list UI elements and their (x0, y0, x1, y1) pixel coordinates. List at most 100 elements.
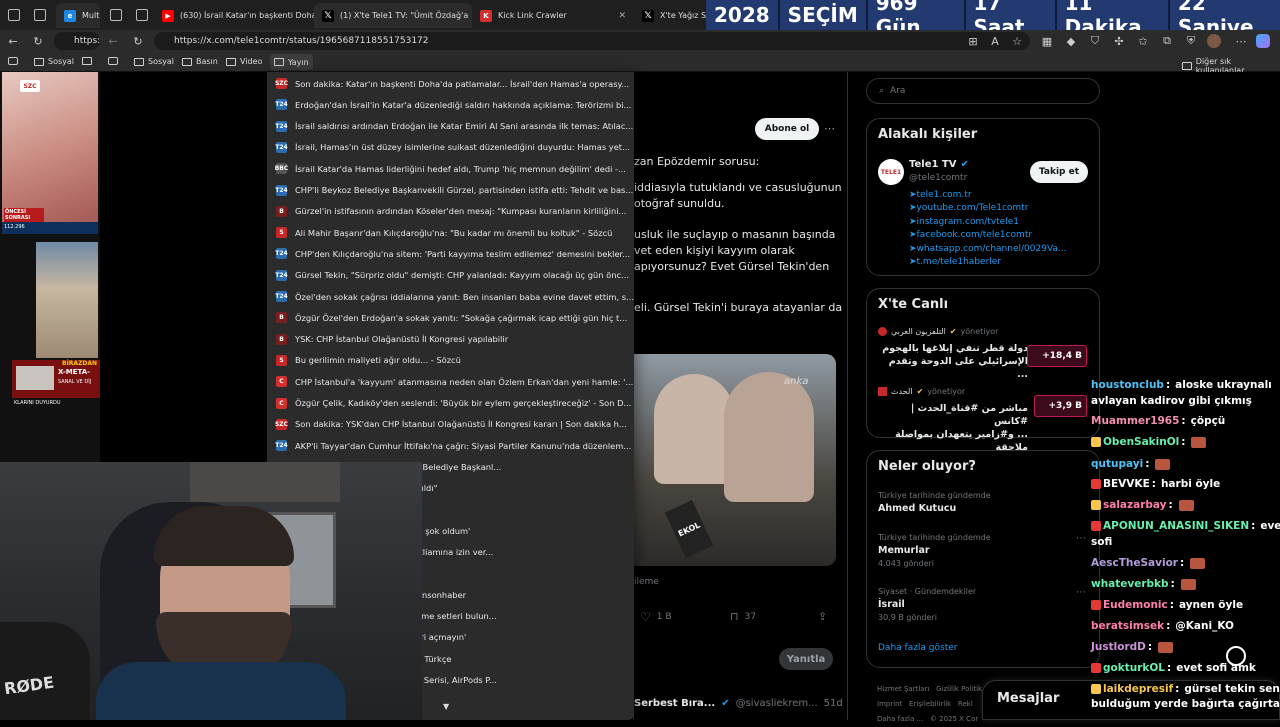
close-icon[interactable]: ✕ (618, 11, 626, 21)
reply-button[interactable]: Yanıtla (779, 648, 833, 670)
bookmark-folder-yayin[interactable]: Yayın (270, 54, 313, 70)
workspaces-icon[interactable] (8, 9, 20, 21)
dropdown-item[interactable]: T24 CHP'li Beykoz Belediye Başkanvekili G… (267, 180, 634, 201)
profile-link[interactable]: ➤youtube.com/Tele1comtr (909, 202, 1067, 215)
back-icon[interactable]: ← (6, 34, 20, 48)
like-button[interactable]: ♡ 1 B (640, 610, 672, 624)
subscribe-button[interactable]: Abone ol (755, 118, 819, 140)
chat-text: evet (1260, 520, 1280, 532)
trend-item[interactable]: Siyaset · Gündemdekiler İsrail 30,9 B gö… (878, 587, 1092, 622)
live-text-line: دولة قطر تنفي إبلاغها بالهجوم (882, 343, 1028, 354)
more-icon[interactable]: ⋯ (1076, 587, 1086, 598)
search-input[interactable]: ⌕ Ara (866, 78, 1100, 104)
tab-x-tele1[interactable]: 𝕏 (1) X'te Tele1 TV: "Ümit Özdağ'a ✕ (314, 3, 472, 28)
favicon-icon: T24 (275, 440, 288, 452)
avatar[interactable]: TELE1 (878, 159, 904, 185)
dropdown-item[interactable]: SZC Son dakika: Katar'ın başkenti Doha'da… (267, 73, 634, 94)
tab-youtube[interactable]: ▶ (630) İsrail Katar'ın başkenti Doha (154, 3, 314, 28)
dropdown-item[interactable]: B Gürzel'in istifasının ardından Köseler'… (267, 201, 634, 222)
chat-text: bulduğum yerde bağırta çağırta (1091, 698, 1280, 710)
dropdown-item[interactable]: B YSK: CHP İstanbul Olağanüstü İl Kongres… (267, 329, 634, 350)
dropdown-item[interactable]: S Ali Mahir Başarır'dan Kılıçdaroğlu'na: … (267, 222, 634, 243)
share-icon[interactable]: ⇪ (818, 610, 827, 623)
dropdown-item[interactable]: T24 Gürsel Tekin, "Sürpriz oldu" demişti:… (267, 265, 634, 286)
footer-link[interactable]: Imprint (877, 700, 902, 708)
live-role: yönetiyor (960, 327, 999, 336)
dropdown-item[interactable]: T24 AKP'li Tayyar'dan Cumhur İttifakı'na … (267, 435, 634, 456)
profile-name[interactable]: Tele1 TV ✔ (909, 159, 969, 170)
dropdown-item[interactable]: SZC Son dakika: YSK'dan CHP İstanbul Olağ… (267, 414, 634, 435)
dropdown-item[interactable]: B Özgür Özel'den Erdoğan'a sokak yanıtı: … (267, 307, 634, 328)
more-icon[interactable]: ⋯ (824, 122, 835, 135)
workspaces-icon[interactable] (110, 9, 122, 21)
dropdown-item[interactable]: S Bu gerilimin maliyeti ağır oldu... - Sö… (267, 350, 634, 371)
dropdown-item[interactable]: C Özgür Çelik, Kadıköy'den seslendi: 'Büy… (267, 393, 634, 414)
bookmark-folder-sosyal-left[interactable]: Sosyal (34, 57, 74, 66)
collections-icon[interactable]: ⧉ (1160, 34, 1174, 48)
bookmark-icon[interactable] (108, 57, 118, 65)
copilot-icon[interactable] (1256, 34, 1270, 48)
footer-link[interactable]: Daha fazla ... (877, 715, 923, 723)
extension-icon[interactable]: ▦ (1040, 34, 1054, 48)
dropdown-item-label: Gürsel Tekin, "Sürpriz oldu" demişti: CH… (295, 270, 629, 281)
bookmark-button[interactable]: ⊓ 37 (730, 610, 756, 623)
bookmark-folder-video[interactable]: Video (226, 57, 262, 66)
edge-icon: e (64, 9, 76, 22)
tab-x-yagiz[interactable]: 𝕏 X'te Yağız S (634, 3, 706, 28)
favorite-star-icon[interactable]: ☆ (1010, 34, 1024, 48)
live-item[interactable]: التلفزيون العربي ✔ yönetiyor دولة قطر تن… (878, 327, 1092, 380)
extension-icon[interactable]: ◆ (1064, 34, 1078, 48)
folder-icon[interactable] (82, 57, 92, 65)
dropdown-item[interactable]: T24 CHP'den Kılıçdaroğlu'na sitem: 'Parti… (267, 243, 634, 264)
trend-context: Siyaset · Gündemdekiler (878, 587, 977, 596)
dropdown-item[interactable]: T24 İsrail saldırısı ardından Erdoğan ile… (267, 116, 634, 137)
security-icon[interactable]: ⛨ (1184, 34, 1198, 48)
footer-link[interactable]: Rekl (958, 700, 973, 708)
tweet-video[interactable]: anka EKOL (634, 354, 836, 566)
profile-link[interactable]: ➤instagram.com/tvtele1 (909, 216, 1067, 229)
tab-multi[interactable]: e Multi (56, 3, 100, 28)
profile-link[interactable]: ➤whatsapp.com/channel/0029Va... (909, 243, 1067, 256)
back-icon[interactable]: ← (106, 34, 120, 48)
tab-kick[interactable]: K Kick Link Crawler ✕ (472, 3, 634, 28)
favicon-icon: T24 (275, 184, 288, 196)
dropdown-item[interactable]: C CHP İstanbul'a 'kayyum' atanmasına nede… (267, 371, 634, 392)
more-icon[interactable]: ⋯ (1076, 533, 1086, 544)
tab-actions-icon[interactable] (136, 9, 148, 21)
bookmark-icon[interactable] (8, 57, 18, 65)
refresh-icon[interactable]: ↻ (131, 34, 145, 48)
refresh-icon[interactable]: ↻ (31, 34, 45, 48)
address-input-left[interactable]: https: (54, 32, 100, 50)
extensions-puzzle-icon[interactable]: ✣ (1112, 34, 1126, 48)
dropdown-item[interactable]: BBC İsrail Katar'da Hamas liderliğini hed… (267, 158, 634, 179)
follow-button[interactable]: Takip et (1030, 161, 1088, 183)
dropdown-item[interactable]: T24 Erdoğan'dan İsrail'in Katar'a düzenle… (267, 94, 634, 115)
trend-item[interactable]: Türkiye tarihinde gündemde Ahmed Kutucu (878, 491, 1092, 514)
tab-actions-icon[interactable] (34, 9, 46, 21)
more-icon[interactable]: ⋯ (1234, 34, 1248, 48)
read-aloud-icon[interactable]: A (988, 34, 1002, 48)
favicon-icon: C (276, 376, 287, 388)
footer-link[interactable]: Gizlilik Politik (936, 685, 982, 693)
profile-link[interactable]: ➤facebook.com/tele1comtr (909, 229, 1067, 242)
dropdown-item[interactable]: T24 İsrail, Hamas'ın üst düzey isimlerine… (267, 137, 634, 158)
bookmark-folder-sosyal[interactable]: Sosyal (134, 57, 174, 66)
scroll-down-arrow-icon[interactable]: ▼ (443, 702, 449, 711)
bookmark-label: Basın (196, 57, 218, 66)
dropdown-item-label: CHP'li Beykoz Belediye Başkanvekili Gürz… (295, 185, 634, 195)
trend-item[interactable]: Türkiye tarihinde gündemde Memurlar 4.04… (878, 533, 1092, 568)
avatar[interactable] (1207, 34, 1221, 48)
show-more-link[interactable]: Daha fazla göster (878, 643, 957, 653)
reply-author[interactable]: Serbest Bıra... ✔ @sivasliekrem... 51d (634, 698, 843, 709)
footer-link[interactable]: Erişilebilirlik (909, 700, 951, 708)
profile-link[interactable]: ➤t.me/tele1haberler (909, 256, 1067, 269)
dropdown-item[interactable]: T24 Özel'den sokak çağrısı iddialarına ya… (267, 286, 634, 307)
address-input[interactable]: https://x.com/tele1comtr/status/19656871… (154, 32, 1030, 50)
app-available-icon[interactable]: ⊞ (966, 34, 980, 48)
live-item[interactable]: الحدث ✔ yönetiyor مباشر من #قناة_الحدث |… (878, 387, 1092, 453)
footer-link[interactable]: Hizmet Şartları (877, 685, 929, 693)
bookmark-folder-basin[interactable]: Basın (182, 57, 218, 66)
profile-link[interactable]: ➤tele1.com.tr (909, 189, 1067, 202)
shield-icon[interactable]: ⛉ (1088, 34, 1102, 48)
favorites-icon[interactable]: ✩ (1136, 34, 1150, 48)
